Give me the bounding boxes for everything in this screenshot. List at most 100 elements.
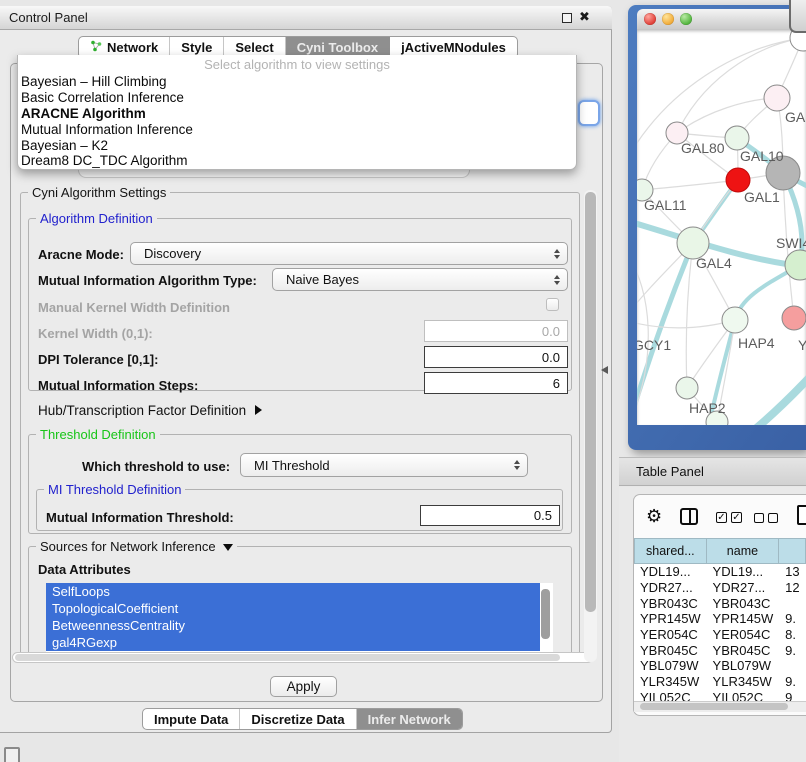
close-traffic-light-icon[interactable]: [644, 13, 656, 25]
data-attributes-list: SelfLoopsTopologicalCoefficientBetweenne…: [46, 583, 553, 652]
tab-label: Network: [107, 40, 158, 55]
table-row[interactable]: YIL052CYIL052C9: [634, 690, 806, 702]
dpi-tolerance-input[interactable]: 0.0: [424, 346, 568, 368]
network-edge: [686, 243, 693, 388]
minimized-panel-icon[interactable]: [4, 747, 20, 762]
column-header-extra[interactable]: [779, 538, 806, 564]
tab-impute-data[interactable]: Impute Data: [143, 709, 240, 729]
table-cell: 9.: [779, 611, 806, 626]
cyni-algorithm-settings-title: Cyni Algorithm Settings: [28, 185, 170, 200]
float-window-icon[interactable]: [562, 13, 572, 23]
network-node-gal10[interactable]: [725, 126, 749, 150]
network-window-titlebar[interactable]: [637, 9, 806, 29]
collapsed-arrow-icon[interactable]: [255, 405, 262, 415]
node-label-gal: GAL: [785, 109, 806, 125]
table-cell: 8.: [779, 627, 806, 642]
algorithm-option-bayesian-k2[interactable]: Bayesian – K2: [18, 138, 576, 154]
table-cell: YLR345W: [634, 674, 707, 689]
attribute-item-gal4rgexp[interactable]: gal4RGexp: [46, 634, 540, 651]
zoom-traffic-light-icon[interactable]: [680, 13, 692, 25]
node-label-gal10: GAL10: [740, 148, 784, 164]
mi-threshold-group-title: MI Threshold Definition: [44, 482, 185, 497]
algorithm-option-aracne-algorithm[interactable]: ARACNE Algorithm: [18, 106, 576, 122]
table-cell: 9.: [779, 643, 806, 658]
desktop: Control Panel ✖ Network Style Select Cyni T…: [0, 0, 806, 762]
mi-threshold-input[interactable]: 0.5: [420, 505, 560, 526]
minimize-traffic-light-icon[interactable]: [662, 13, 674, 25]
mi-steps-input[interactable]: 6: [424, 372, 568, 394]
table-row[interactable]: YER054CYER054C8.: [634, 627, 806, 643]
algorithm-option-mutual-information-inference[interactable]: Mutual Information Inference: [18, 122, 576, 138]
table-cell: YDR27...: [634, 580, 707, 595]
network-node-y[interactable]: [782, 306, 806, 330]
network-node-gal[interactable]: [764, 85, 790, 111]
attribute-item-betweennesscentrality[interactable]: BetweennessCentrality: [46, 617, 540, 634]
tab-label: Impute Data: [154, 712, 228, 727]
table-cell: YPR145W: [634, 611, 707, 626]
kernel-width-label: Kernel Width (0,1):: [38, 326, 153, 341]
export-table-icon[interactable]: [797, 505, 806, 525]
table-row[interactable]: YBR045CYBR045C9.: [634, 642, 806, 658]
settings-hscrollbar-thumb[interactable]: [15, 654, 560, 661]
table-hscrollbar-thumb[interactable]: [640, 703, 788, 710]
column-header-shared[interactable]: shared...: [634, 538, 707, 564]
manual-kernel-checkbox[interactable]: [546, 298, 559, 311]
close-icon[interactable]: ✖: [579, 9, 590, 25]
table-panel-titlebar[interactable]: Table Panel: [619, 457, 806, 486]
algorithm-option-basic-correlation-inference[interactable]: Basic Correlation Inference: [18, 90, 576, 106]
algorithm-option-list: Bayesian – Hill ClimbingBasic Correlatio…: [18, 74, 576, 169]
apply-button[interactable]: Apply: [270, 676, 337, 697]
tab-label: Style: [181, 40, 212, 55]
algorithm-option-bayesian-hill-climbing[interactable]: Bayesian – Hill Climbing: [18, 74, 576, 90]
list-scrollbar-thumb[interactable]: [541, 589, 550, 639]
threshold-definition-title: Threshold Definition: [36, 427, 160, 442]
algorithm-dropdown-popup: Select algorithm to view settings Bayesi…: [17, 55, 577, 170]
select-all-icon2[interactable]: ✓: [731, 512, 742, 523]
network-canvas[interactable]: GALGAL80GAL10GAL1GAL11GAL4SWI4GCY1HAP4YH…: [637, 29, 806, 425]
control-panel-titlebar[interactable]: Control Panel: [0, 6, 612, 30]
network-node-hap4[interactable]: [722, 307, 748, 333]
combo-arrows-icon: [514, 460, 520, 470]
aracne-mode-select[interactable]: Discovery: [130, 242, 568, 265]
table-panel-title: Table Panel: [636, 464, 704, 479]
hub-definition-expander[interactable]: Hub/Transcription Factor Definition: [38, 403, 262, 418]
table-row[interactable]: YDL19...YDL19...13: [634, 564, 806, 580]
network-node-hap2[interactable]: [676, 377, 698, 399]
columns-icon[interactable]: [680, 508, 698, 525]
table-cell: YBL079W: [707, 658, 780, 673]
expanded-arrow-icon[interactable]: [223, 544, 233, 551]
deselect-all-icon[interactable]: [754, 513, 764, 523]
table-row[interactable]: YBR043CYBR043C: [634, 595, 806, 611]
table-cell: 13: [779, 564, 806, 579]
hub-definition-label: Hub/Transcription Factor Definition: [38, 403, 246, 418]
table-row[interactable]: YPR145WYPR145W9.: [634, 611, 806, 627]
gear-icon[interactable]: ⚙: [646, 507, 662, 525]
table-row[interactable]: YLR345WYLR345W9.: [634, 674, 806, 690]
node-label-hap4: HAP4: [738, 335, 775, 351]
settings-vscrollbar-thumb[interactable]: [585, 192, 596, 612]
tab-infer-network[interactable]: Infer Network: [357, 709, 462, 729]
node-label-gal11: GAL11: [644, 197, 687, 213]
node-label-y: Y: [798, 337, 806, 353]
which-threshold-select[interactable]: MI Threshold: [240, 453, 528, 477]
divider-arrow-icon[interactable]: [601, 366, 608, 374]
network-graph: GALGAL80GAL10GAL1GAL11GAL4SWI4GCY1HAP4YH…: [637, 29, 806, 425]
tab-discretize-data[interactable]: Discretize Data: [240, 709, 356, 729]
kernel-width-input[interactable]: 0.0: [424, 320, 568, 342]
column-header-name[interactable]: name: [707, 538, 780, 564]
algorithm-definition-title: Algorithm Definition: [36, 211, 157, 226]
tab-label: Cyni Toolbox: [297, 40, 378, 55]
table-cell: YER054C: [707, 627, 780, 642]
algorithm-option-dream8-dc-tdc-algorithm[interactable]: Dream8 DC_TDC Algorithm: [18, 153, 576, 169]
mi-type-select[interactable]: Naive Bayes: [272, 268, 568, 291]
select-all-icon[interactable]: ✓: [716, 512, 727, 523]
tab-label: Select: [235, 40, 273, 55]
attribute-item-selfloops[interactable]: SelfLoops: [46, 583, 540, 600]
node-label-gal4: GAL4: [696, 255, 732, 271]
deselect-all-icon2[interactable]: [768, 513, 778, 523]
table-cell: YPR145W: [707, 611, 780, 626]
attribute-item-topologicalcoefficient[interactable]: TopologicalCoefficient: [46, 600, 540, 617]
tab-label: jActiveMNodules: [401, 40, 506, 55]
table-row[interactable]: YBL079WYBL079W: [634, 658, 806, 674]
table-row[interactable]: YDR27...YDR27...12: [634, 580, 806, 596]
